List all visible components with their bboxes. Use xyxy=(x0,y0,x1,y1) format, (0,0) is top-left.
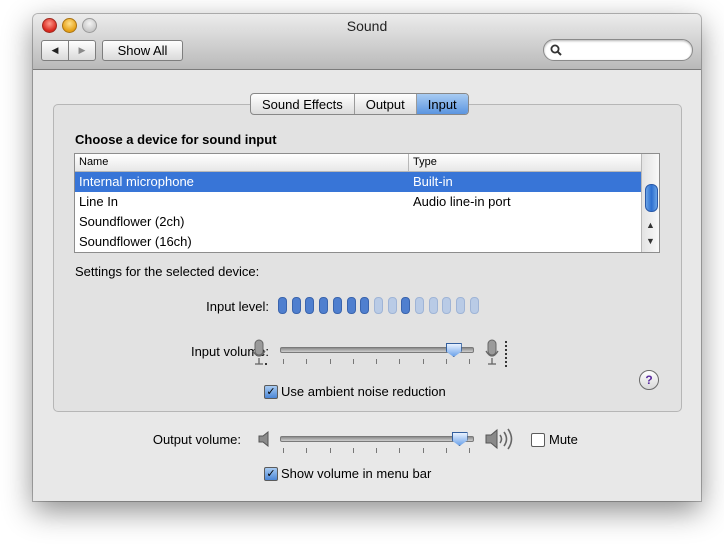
slider-tick xyxy=(445,448,447,453)
slider-tick xyxy=(283,448,284,453)
output-volume-track[interactable] xyxy=(280,436,474,442)
device-type: Built-in xyxy=(413,174,453,189)
slider-tick xyxy=(306,359,308,364)
table-row[interactable]: Internal microphone Built-in xyxy=(75,172,641,192)
search-field[interactable] xyxy=(543,39,693,61)
level-segment xyxy=(291,297,301,314)
show-volume-menu-bar-checkbox[interactable]: ✓ xyxy=(264,467,278,481)
level-segment xyxy=(360,297,370,314)
back-button[interactable]: ◀ xyxy=(42,41,68,60)
show-volume-menu-bar-label[interactable]: Show volume in menu bar xyxy=(281,466,431,481)
scrollbar-thumb[interactable] xyxy=(645,184,658,212)
level-segment xyxy=(346,297,356,314)
slider-tick xyxy=(283,359,284,364)
level-segment xyxy=(387,297,397,314)
slider-tick xyxy=(469,448,470,453)
speaker-high-icon xyxy=(485,428,513,450)
level-segment xyxy=(469,297,479,314)
slider-tick xyxy=(376,448,377,453)
slider-tick xyxy=(376,359,377,364)
noise-reduction-checkbox[interactable]: ✓ xyxy=(264,385,278,399)
slider-tick xyxy=(422,448,424,453)
device-type: Audio line-in port xyxy=(413,194,511,209)
level-segment xyxy=(442,297,452,314)
column-header-type[interactable]: Type xyxy=(413,156,437,168)
tab-output[interactable]: Output xyxy=(353,94,416,114)
input-device-table[interactable]: Name Type Internal microphone Built-in L… xyxy=(74,153,660,253)
search-icon xyxy=(550,44,562,56)
tab-input[interactable]: Input xyxy=(415,94,468,114)
level-segment xyxy=(456,297,466,314)
input-volume-label: Input volume: xyxy=(190,344,269,359)
column-header-name[interactable]: Name xyxy=(79,156,108,168)
slider-tick xyxy=(352,359,354,364)
level-segment xyxy=(415,297,424,314)
level-segment xyxy=(305,297,315,314)
show-all-button[interactable]: Show All xyxy=(102,40,183,61)
level-segment xyxy=(373,297,383,314)
help-button[interactable]: ? xyxy=(639,370,659,390)
title-bar: Sound ◀ ▶ Show All xyxy=(33,14,701,70)
level-segment xyxy=(428,297,438,314)
mute-checkbox[interactable] xyxy=(531,433,545,447)
device-name: Internal microphone xyxy=(79,174,194,189)
window-title: Sound xyxy=(346,18,388,34)
section-title: Choose a device for sound input xyxy=(75,132,277,147)
input-volume-track[interactable] xyxy=(280,347,474,353)
slider-tick xyxy=(329,359,331,364)
scroll-up-arrow-icon[interactable]: ▲ xyxy=(646,220,655,230)
speaker-low-icon xyxy=(258,431,269,447)
microphone-high-icon xyxy=(485,339,507,367)
microphone-low-icon xyxy=(252,339,267,365)
noise-reduction-label[interactable]: Use ambient noise reduction xyxy=(281,384,446,399)
device-name: Line In xyxy=(79,194,119,209)
tab-bar: Sound Effects Output Input xyxy=(250,93,469,115)
table-header: Name Type xyxy=(75,154,641,172)
level-segment xyxy=(401,297,411,314)
slider-tick xyxy=(306,448,308,453)
table-scrollbar[interactable]: ▲ ▼ xyxy=(641,154,659,252)
sound-preferences-window: Sound ◀ ▶ Show All Sound Effects Output … xyxy=(33,14,701,501)
tab-sound-effects[interactable]: Sound Effects xyxy=(251,94,354,114)
device-name: Soundflower (16ch) xyxy=(79,234,192,249)
slider-tick xyxy=(399,448,401,453)
level-segment xyxy=(278,297,287,314)
slider-tick xyxy=(469,359,470,364)
mute-label[interactable]: Mute xyxy=(549,432,578,447)
table-row[interactable]: Soundflower (16ch) xyxy=(75,232,641,252)
input-tab-panel xyxy=(53,104,682,412)
level-segment xyxy=(319,297,329,314)
back-forward-control: ◀ ▶ xyxy=(41,40,96,61)
slider-tick xyxy=(329,448,331,453)
slider-tick xyxy=(399,359,401,364)
slider-tick xyxy=(445,359,447,364)
output-volume-knob[interactable] xyxy=(451,432,468,446)
slider-tick xyxy=(352,448,354,453)
input-level-label: Input level: xyxy=(206,299,269,314)
settings-label: Settings for the selected device: xyxy=(75,264,260,279)
forward-button[interactable]: ▶ xyxy=(68,41,95,60)
scroll-down-arrow-icon[interactable]: ▼ xyxy=(646,236,655,246)
output-volume-label: Output volume: xyxy=(152,432,241,447)
table-row[interactable]: Soundflower (2ch) xyxy=(75,212,641,232)
column-separator xyxy=(408,154,409,171)
table-row[interactable]: Line In Audio line-in port xyxy=(75,192,641,212)
device-name: Soundflower (2ch) xyxy=(79,214,185,229)
level-segment xyxy=(332,297,342,314)
slider-tick xyxy=(422,359,424,364)
